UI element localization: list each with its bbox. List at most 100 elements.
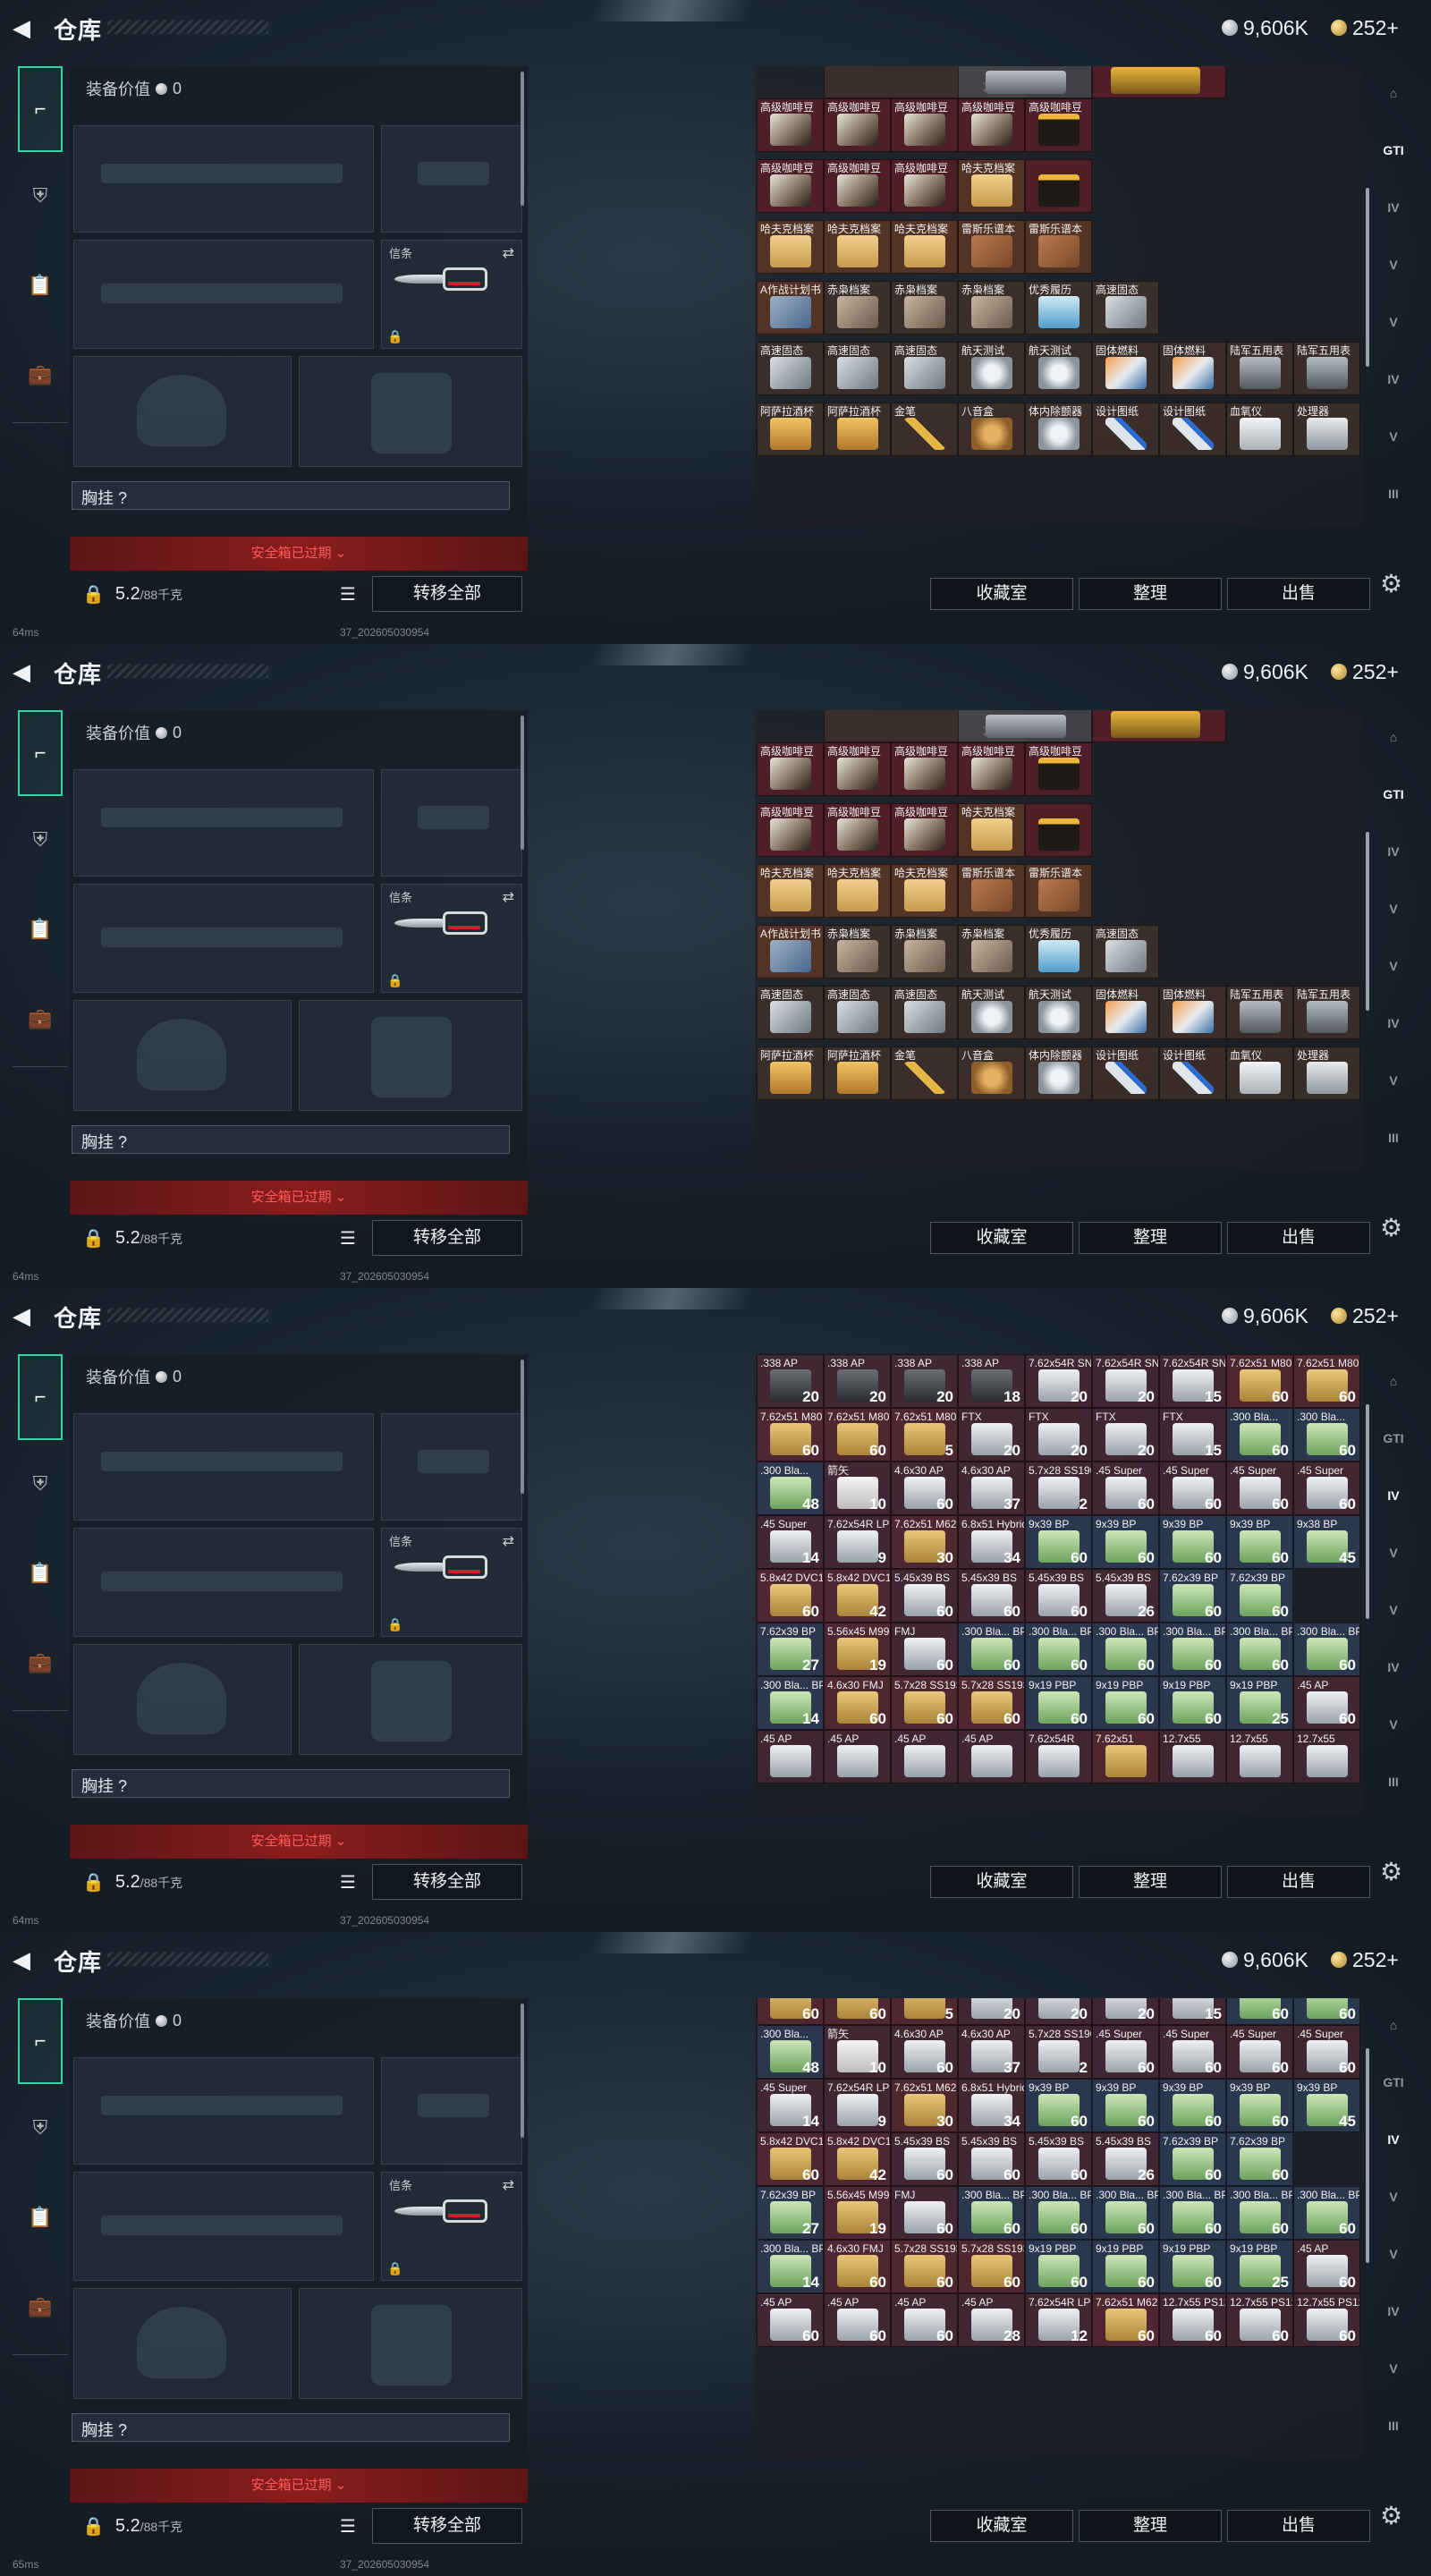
stash-item[interactable]: 体内除颤器 [1025,1046,1092,1100]
safe-box-expired-banner[interactable]: 安全箱已过期 ⌄ [70,1825,528,1859]
back-icon[interactable]: ◀ [13,658,39,685]
stash-item[interactable]: 6.8x51 Hybrid 34 [958,2079,1025,2132]
sidebar-tab-icon[interactable]: ⌂ [1374,2018,1413,2054]
list-icon[interactable]: ☰ [340,1871,356,1894]
stash-item[interactable]: M805 [891,1998,958,2025]
stash-item[interactable]: .45 AP 60 [1293,1676,1360,1730]
nav-case-icon[interactable]: 💼 [18,996,63,1041]
stash-item[interactable]: .45 Super 60 [1226,2025,1293,2079]
gold-currency[interactable]: 252+ [1331,1946,1399,1973]
stash-item[interactable]: 固体燃料 [1092,342,1159,395]
stash-item[interactable]: 20 [958,1998,1025,2025]
stash-item[interactable]: 7.62x51 M62 30 [891,1515,958,1569]
safe-box-expired-banner[interactable]: 安全箱已过期 ⌄ [70,537,528,571]
stash-item[interactable]: .45 AP 28 [958,2293,1025,2347]
nav-weapons-icon[interactable]: ⌐ [18,1354,63,1440]
transfer-all-button[interactable]: 转移全部 [372,2508,522,2544]
stash-item[interactable]: 陆军五用表 [1226,342,1293,395]
transfer-all-button[interactable]: 转移全部 [372,1864,522,1900]
stash-item[interactable]: .300 Bla... BP 60 [1092,2186,1159,2240]
sidebar-tab-icon[interactable]: V [1374,1546,1413,1581]
stash-item[interactable]: 12.7x55 PS12A 60 [1293,2293,1360,2347]
stash-item[interactable]: 金笔 [891,1046,958,1100]
sidebar-tab-icon[interactable]: IV [1374,1016,1413,1052]
stash-item[interactable]: 4.6x30 AP 37 [958,1462,1025,1515]
stash-item[interactable]: 处理器 [1293,402,1360,456]
swap-icon[interactable]: ⇄ [503,888,514,906]
stash-item[interactable]: 血氧仪 [1226,1046,1293,1100]
stash-item[interactable]: 7.62x54R SNB 15 [1159,1354,1226,1408]
stash-item[interactable]: 阿萨拉酒杯 [757,402,824,456]
transfer-all-button[interactable]: 转移全部 [372,576,522,612]
settings-gear-icon[interactable]: ⚙ [1380,1213,1402,1242]
stash-item[interactable]: 7.62x39 BP 60 [1226,1569,1293,1623]
stash-cell[interactable] [958,66,1092,98]
stash-item[interactable]: 高级咖啡豆 [824,159,891,213]
sidebar-tab-icon[interactable]: V [1374,2190,1413,2225]
stash-item[interactable]: 7.62x51 M80 60 [824,1408,891,1462]
stash-item[interactable]: 7.62x51 M80 60 [1293,1354,1360,1408]
stash-item[interactable]: 7.62x54R LPS 9 [824,1515,891,1569]
sidebar-tab-icon[interactable]: IV [1374,2304,1413,2340]
nav-case-icon[interactable]: 💼 [18,352,63,397]
stash-item[interactable]: 高速固态 [1092,281,1159,335]
armor-slot[interactable] [299,1644,522,1755]
stash-item[interactable]: 航天测试 [1025,986,1092,1039]
stash-item[interactable]: .300 Bla... BP 60 [958,2186,1025,2240]
stash-item[interactable]: .300 Bla... BP 60 [1025,2186,1092,2240]
stash-item[interactable]: A作战计划书 [757,925,824,979]
sort-button[interactable]: 整理 [1079,1866,1222,1898]
stash-item[interactable]: 优秀履历 [1025,925,1092,979]
nav-clipboard-icon[interactable]: 📋 [18,263,63,308]
nav-case-icon[interactable]: 💼 [18,1640,63,1685]
sidebar-tab-icon[interactable]: ⌂ [1374,86,1413,122]
stash-item[interactable]: 哈夫克档案 [891,864,958,918]
stash-item[interactable]: 哈夫克档案 [824,220,891,274]
helmet-slot[interactable] [73,1644,292,1755]
stash-item[interactable]: 5.8x42 DVC12 60 [757,2132,824,2186]
stash-item[interactable]: 5.45x39 BS 60 [891,1569,958,1623]
silver-currency[interactable]: 9,606K [1222,1302,1308,1329]
safe-box-expired-banner[interactable]: 安全箱已过期 ⌄ [70,1181,528,1215]
collection-button[interactable]: 收藏室 [930,1222,1073,1254]
stash-item[interactable]: 60 [1226,1998,1293,2025]
stash-item[interactable]: 航天测试 [958,342,1025,395]
stash-item[interactable]: 9x39 BP 60 [1025,1515,1092,1569]
stash-item[interactable]: 7.62x39 BP 27 [757,1623,824,1676]
sort-button[interactable]: 整理 [1079,2510,1222,2542]
nav-armor-icon[interactable]: ⛨ [18,818,63,862]
stash-item[interactable]: 7.62x51 M62 60 [1092,2293,1159,2347]
stash-item[interactable]: 5.8x42 DVC12 42 [824,1569,891,1623]
stash-item[interactable]: 高级咖啡豆 [891,98,958,152]
sidebar-tab-icon[interactable]: V [1374,902,1413,937]
stash-item[interactable]: .300 Bla... BP 60 [1293,2186,1360,2240]
stash-item[interactable]: 5.45x39 BS 60 [1025,2132,1092,2186]
sidebar-tab-icon[interactable]: V [1374,1717,1413,1753]
stash-item[interactable]: 高级咖啡豆 [757,159,824,213]
melee-slot[interactable]: 信条 ⇄ 🔒 [381,1528,522,1637]
stash-item[interactable]: 雷斯乐谱本 [958,220,1025,274]
chest-rig-slot[interactable]: 胸挂 ? [72,2413,510,2442]
stash-item[interactable]: .45 AP [757,1730,824,1784]
stash-item[interactable]: 高速固态 [891,342,958,395]
stash-item[interactable]: .45 AP 60 [824,2293,891,2347]
stash-item[interactable]: 阿萨拉酒杯 [757,1046,824,1100]
nav-clipboard-icon[interactable]: 📋 [18,2195,63,2240]
stash-item[interactable]: 7.62x51 M80 60 [1226,1354,1293,1408]
stash-item[interactable]: FTX 20 [1092,1408,1159,1462]
stash-item[interactable]: 高速固态 [824,986,891,1039]
secondary-weapon-slot[interactable] [73,2172,374,2281]
sidebar-tab-icon[interactable]: III [1374,1775,1413,1810]
stash-item[interactable]: 处理器 [1293,1046,1360,1100]
list-icon[interactable]: ☰ [340,583,356,606]
stash-item[interactable]: 5.7x28 SS190 2 [1025,1462,1092,1515]
pistol-slot[interactable] [381,125,522,233]
stash-item[interactable]: 箭矢 10 [824,1462,891,1515]
stash-item[interactable]: .300 Bla... BP 14 [757,1676,824,1730]
stash-item[interactable]: 高级咖啡豆 [757,98,824,152]
stash-item[interactable]: .300 Bla... BP 14 [757,2240,824,2293]
stash-item[interactable]: 4.6x30 FMJ 60 [824,2240,891,2293]
pistol-slot[interactable] [381,2057,522,2165]
stash-item[interactable]: A作战计划书 [757,281,824,335]
stash-item[interactable]: 雷斯乐谱本 [1025,864,1092,918]
